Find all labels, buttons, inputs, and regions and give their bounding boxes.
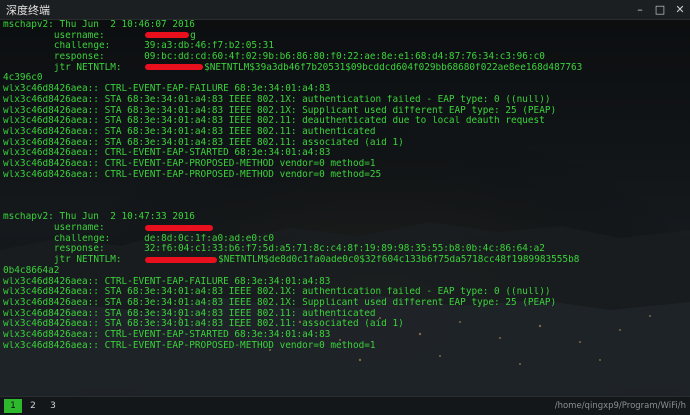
field-value: 39:a3:db:46:f7:b2:05:31 <box>144 41 274 52</box>
redaction-mark <box>145 224 214 231</box>
status-bar: 1 2 3 /home/qingxp9/Program/WiFi/h <box>0 396 690 415</box>
terminal-tab-1[interactable]: 1 <box>4 399 22 413</box>
field-label: challenge: <box>53 233 111 244</box>
log-line: jtr NETNTLM: $NETNTLM$de8d0c1fa0ade0c0$3… <box>3 255 690 266</box>
field-label: response: <box>53 244 105 255</box>
log-line: jtr NETNTLM: $NETNTLM$39a3db46f7b20531$0… <box>3 63 690 74</box>
redaction-mark <box>145 32 190 39</box>
log-line: challenge: de:8d:0c:1f:a0:ad:e0:c0 <box>3 234 690 245</box>
log-line: wlx3c46d8426aea:: CTRL-EVENT-EAP-FAILURE… <box>3 276 331 287</box>
field-value: g <box>190 30 196 41</box>
field-value: 32:f6:04:c1:33:b6:f7:5d:a5:71:8c:c4:8f:1… <box>144 244 545 255</box>
log-line: wlx3c46d8426aea:: STA 68:3e:34:01:a4:83 … <box>3 105 557 116</box>
log-line: wlx3c46d8426aea:: CTRL-EVENT-EAP-PROPOSE… <box>3 169 382 180</box>
log-line: 4c396c0 <box>3 73 43 84</box>
log-line: username: g <box>3 31 690 42</box>
log-line: wlx3c46d8426aea:: CTRL-EVENT-EAP-FAILURE… <box>3 84 331 95</box>
log-line: mschapv2: Thu Jun 2 10:46:07 2016 <box>3 20 195 30</box>
log-line: response: 09:bc:dd:cd:60:4f:02:9b:b6:86:… <box>3 52 690 63</box>
terminal-tab-2[interactable]: 2 <box>24 399 42 413</box>
maximize-icon[interactable]: □ <box>650 0 670 19</box>
log-line: wlx3c46d8426aea:: CTRL-EVENT-EAP-STARTED… <box>3 148 331 159</box>
log-line: challenge: 39:a3:db:46:f7:b2:05:31 <box>3 41 690 52</box>
log-line: wlx3c46d8426aea:: STA 68:3e:34:01:a4:83 … <box>3 319 404 330</box>
field-label: username: <box>53 30 105 41</box>
log-line: wlx3c46d8426aea:: CTRL-EVENT-EAP-PROPOSE… <box>3 340 376 351</box>
log-line: wlx3c46d8426aea:: STA 68:3e:34:01:a4:83 … <box>3 94 551 105</box>
log-line: mschapv2: Thu Jun 2 10:47:33 2016 <box>3 212 195 223</box>
terminal-tab-3[interactable]: 3 <box>44 399 62 413</box>
current-path: /home/qingxp9/Program/WiFi/h <box>554 401 686 411</box>
minimize-icon[interactable]: – <box>630 0 650 19</box>
log-line: wlx3c46d8426aea:: STA 68:3e:34:01:a4:83 … <box>3 287 551 298</box>
terminal-output[interactable]: mschapv2: Thu Jun 2 10:46:07 2016 userna… <box>0 20 690 395</box>
title-bar: 深度终端 – □ ✕ <box>0 0 690 20</box>
log-line: wlx3c46d8426aea:: STA 68:3e:34:01:a4:83 … <box>3 297 557 308</box>
redaction-mark <box>145 64 204 71</box>
field-label: response: <box>53 52 105 63</box>
field-value: 09:bc:dd:cd:60:4f:02:9b:b6:86:80:f0:22:a… <box>144 52 545 63</box>
log-line: wlx3c46d8426aea:: CTRL-EVENT-EAP-STARTED… <box>3 329 331 340</box>
field-value: de:8d:0c:1f:a0:ad:e0:c0 <box>144 233 274 244</box>
redaction-mark <box>145 256 218 263</box>
log-line: 0b4c8664a2 <box>3 265 60 276</box>
field-label: username: <box>53 223 105 234</box>
log-line: wlx3c46d8426aea:: STA 68:3e:34:01:a4:83 … <box>3 116 545 127</box>
field-label: challenge: <box>53 41 111 52</box>
field-value: $NETNTLM$39a3db46f7b20531$09bcddcd604f02… <box>204 62 583 73</box>
field-label: jtr NETNTLM: <box>53 62 122 73</box>
log-line: wlx3c46d8426aea:: STA 68:3e:34:01:a4:83 … <box>3 308 376 319</box>
log-line: wlx3c46d8426aea:: STA 68:3e:34:01:a4:83 … <box>3 126 376 137</box>
terminal-window: 深度终端 – □ ✕ mschapv2: Thu Jun 2 10:46:07 … <box>0 0 690 415</box>
log-line: wlx3c46d8426aea:: STA 68:3e:34:01:a4:83 … <box>3 137 404 148</box>
window-title: 深度终端 <box>6 3 50 17</box>
field-label: jtr NETNTLM: <box>53 255 122 266</box>
field-value: $NETNTLM$de8d0c1fa0ade0c0$32f604c133b6f7… <box>218 255 580 266</box>
log-line: username: <box>3 223 690 234</box>
log-line: response: 32:f6:04:c1:33:b6:f7:5d:a5:71:… <box>3 244 690 255</box>
log-line: wlx3c46d8426aea:: CTRL-EVENT-EAP-PROPOSE… <box>3 158 376 169</box>
close-icon[interactable]: ✕ <box>670 0 690 19</box>
